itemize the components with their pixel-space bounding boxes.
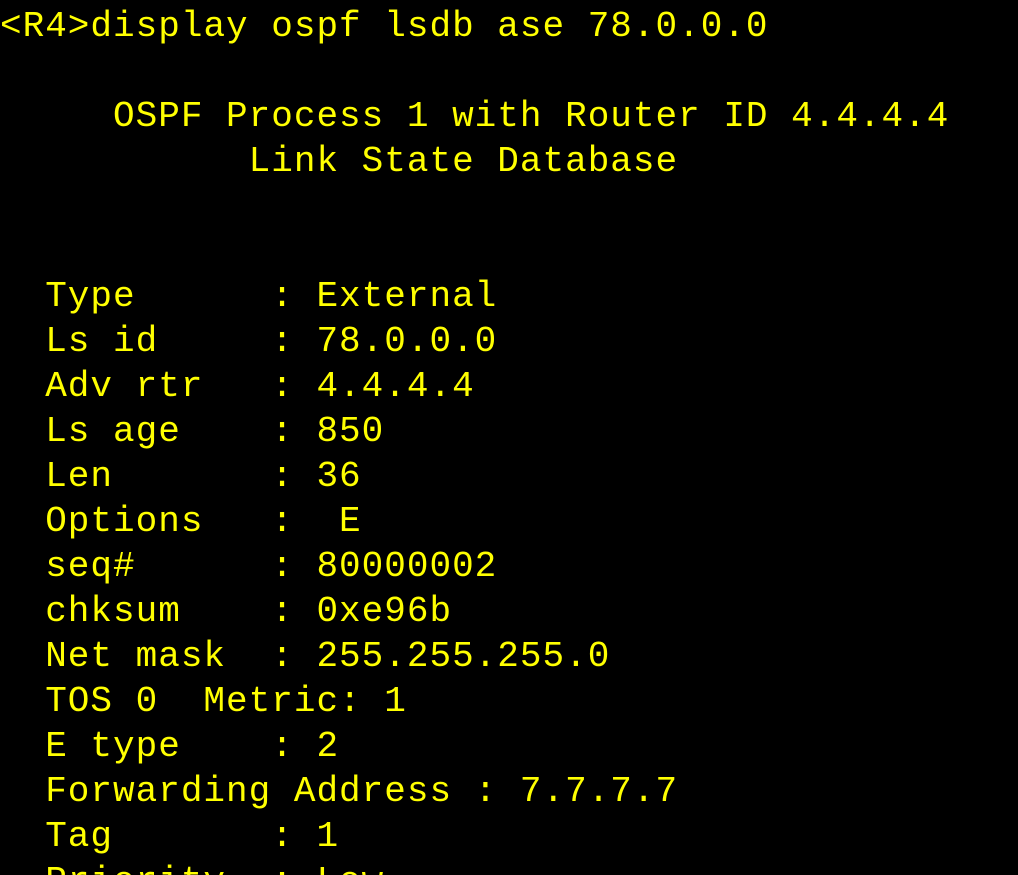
field-tos-metric: TOS 0 Metric: 1 [0, 681, 407, 722]
field-options: Options : E [0, 501, 362, 542]
command-text: display ospf lsdb ase 78.0.0.0 [90, 6, 768, 47]
field-len: Len : 36 [0, 456, 362, 497]
lsdb-subtitle: Link State Database [0, 141, 678, 182]
ospf-process-header: OSPF Process 1 with Router ID 4.4.4.4 [0, 96, 949, 137]
field-e-type: E type : 2 [0, 726, 339, 767]
field-ls-age: Ls age : 850 [0, 411, 384, 452]
field-forwarding-address: Forwarding Address : 7.7.7.7 [0, 771, 678, 812]
terminal-output[interactable]: <R4>display ospf lsdb ase 78.0.0.0 OSPF … [0, 0, 1018, 875]
field-type: Type : External [0, 276, 497, 317]
prompt-host: <R4> [0, 6, 90, 47]
field-net-mask: Net mask : 255.255.255.0 [0, 636, 610, 677]
field-adv-rtr: Adv rtr : 4.4.4.4 [0, 366, 475, 407]
field-tag: Tag : 1 [0, 816, 339, 857]
field-ls-id: Ls id : 78.0.0.0 [0, 321, 497, 362]
field-priority: Priority : Low [0, 861, 384, 875]
field-seq: seq# : 80000002 [0, 546, 497, 587]
field-chksum: chksum : 0xe96b [0, 591, 452, 632]
